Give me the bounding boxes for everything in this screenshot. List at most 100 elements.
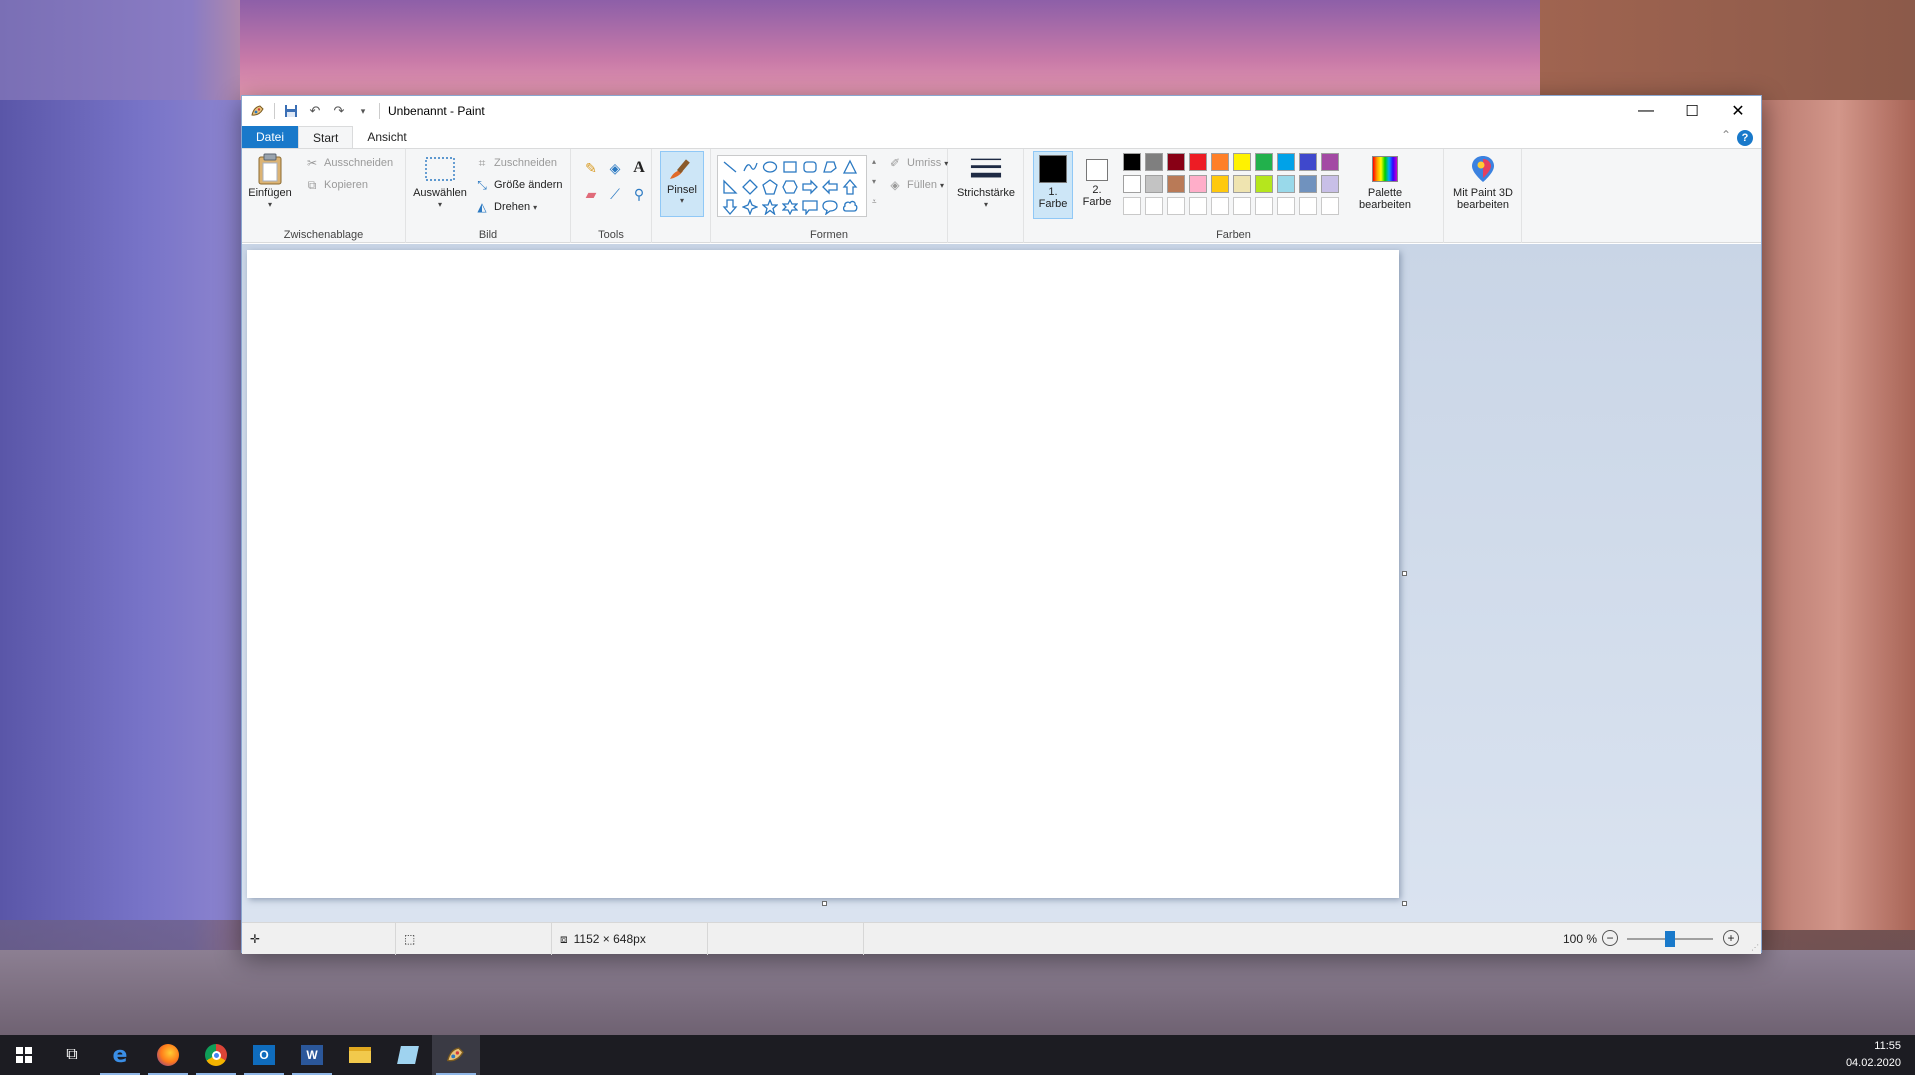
shape-callout-oval-icon[interactable] [820, 197, 840, 217]
color1-button[interactable]: 1. Farbe [1033, 151, 1073, 219]
color-picker-icon[interactable]: ⟋ [604, 183, 626, 205]
close-button[interactable]: ✕ [1715, 96, 1761, 126]
brushes-dropdown-icon[interactable]: ▾ [680, 196, 684, 205]
palette-swatch[interactable] [1321, 153, 1339, 171]
palette-swatch[interactable] [1145, 175, 1163, 193]
save-icon[interactable] [283, 103, 299, 119]
outlook-icon[interactable]: O [240, 1035, 288, 1075]
palette-swatch[interactable] [1277, 153, 1295, 171]
palette-swatch[interactable] [1167, 175, 1185, 193]
shape-curve-icon[interactable] [740, 157, 760, 177]
copy-button[interactable]: ⧉ Kopieren [304, 175, 368, 195]
redo-icon[interactable]: ↷ [331, 103, 347, 119]
fill-dropdown-icon[interactable]: ▾ [940, 181, 944, 190]
edge-icon[interactable]: e [96, 1035, 144, 1075]
palette-custom-slot[interactable] [1277, 197, 1295, 215]
shape-arrow-down-icon[interactable] [720, 197, 740, 217]
resize-button[interactable]: ⤡ Größe ändern [474, 175, 562, 195]
firefox-icon[interactable] [144, 1035, 192, 1075]
paste-dropdown-icon[interactable]: ▾ [268, 199, 272, 211]
palette-swatch[interactable] [1255, 175, 1273, 193]
palette-custom-slot[interactable] [1321, 197, 1339, 215]
palette-swatch[interactable] [1211, 153, 1229, 171]
palette-swatch[interactable] [1167, 153, 1185, 171]
palette-swatch[interactable] [1123, 175, 1141, 193]
palette-swatch[interactable] [1299, 175, 1317, 193]
shape-triangle-icon[interactable] [840, 157, 860, 177]
palette-custom-slot[interactable] [1299, 197, 1317, 215]
shapes-scroll-up-icon[interactable]: ▴ [872, 157, 876, 166]
fill-button[interactable]: ◈ Füllen ▾ [887, 175, 944, 195]
magnifier-icon[interactable]: ⚲ [628, 183, 650, 205]
chrome-icon[interactable] [192, 1035, 240, 1075]
shape-arrow-right-icon[interactable] [800, 177, 820, 197]
shape-arrow-left-icon[interactable] [820, 177, 840, 197]
zoom-slider-thumb[interactable] [1665, 931, 1675, 947]
select-button[interactable]: Auswählen ▾ [412, 153, 468, 211]
shape-rectangle-icon[interactable] [780, 157, 800, 177]
shape-six-point-star-icon[interactable] [780, 197, 800, 217]
edit-with-paint3d-button[interactable]: Mit Paint 3D bearbeiten [1448, 153, 1518, 211]
palette-swatch[interactable] [1321, 175, 1339, 193]
palette-swatch[interactable] [1189, 175, 1207, 193]
fill-bucket-icon[interactable]: ◈ [604, 157, 626, 179]
tab-start[interactable]: Start [298, 126, 354, 148]
rotate-dropdown-icon[interactable]: ▾ [533, 203, 537, 212]
palette-custom-slot[interactable] [1233, 197, 1251, 215]
window-resize-grip-icon[interactable]: ⋰ [1751, 943, 1759, 952]
notes-app-icon[interactable] [384, 1035, 432, 1075]
drawing-canvas[interactable] [247, 250, 1399, 898]
outline-button[interactable]: ✐ Umriss ▾ [887, 153, 948, 173]
stroke-width-dropdown-icon[interactable]: ▾ [984, 199, 988, 211]
system-clock[interactable]: 11:55 04.02.2020 [1846, 1038, 1901, 1072]
zoom-out-button[interactable]: − [1602, 930, 1618, 946]
collapse-ribbon-icon[interactable]: ⌃ [1721, 128, 1731, 142]
palette-custom-slot[interactable] [1211, 197, 1229, 215]
palette-swatch[interactable] [1123, 153, 1141, 171]
shapes-expand-icon[interactable]: ⩡ [872, 197, 877, 207]
palette-custom-slot[interactable] [1145, 197, 1163, 215]
shape-pentagon-icon[interactable] [760, 177, 780, 197]
palette-swatch[interactable] [1211, 175, 1229, 193]
task-view-icon[interactable]: ⧉ [48, 1035, 96, 1075]
word-icon[interactable]: W [288, 1035, 336, 1075]
start-button[interactable] [0, 1035, 48, 1075]
text-tool-icon[interactable]: A [628, 157, 650, 179]
palette-custom-slot[interactable] [1167, 197, 1185, 215]
shape-diamond-icon[interactable] [740, 177, 760, 197]
palette-custom-slot[interactable] [1123, 197, 1141, 215]
shape-callout-cloud-icon[interactable] [840, 197, 860, 217]
shape-polygon-icon[interactable] [820, 157, 840, 177]
paint-app-icon[interactable] [250, 103, 266, 119]
color2-button[interactable]: 2. Farbe [1077, 151, 1117, 219]
maximize-button[interactable]: ☐ [1669, 96, 1715, 126]
customize-quick-access-icon[interactable]: ▾ [355, 103, 371, 119]
palette-custom-slot[interactable] [1189, 197, 1207, 215]
resize-handle-corner[interactable] [1402, 901, 1407, 906]
resize-handle-bottom[interactable] [822, 901, 827, 906]
tab-view[interactable]: Ansicht [353, 126, 420, 148]
shape-four-point-star-icon[interactable] [740, 197, 760, 217]
shape-oval-icon[interactable] [760, 157, 780, 177]
eraser-icon[interactable]: ▰ [580, 183, 602, 205]
palette-custom-slot[interactable] [1255, 197, 1273, 215]
shape-callout-rect-icon[interactable] [800, 197, 820, 217]
shape-hexagon-icon[interactable] [780, 177, 800, 197]
paint-taskbar-icon[interactable] [432, 1035, 480, 1075]
palette-swatch[interactable] [1233, 153, 1251, 171]
pencil-icon[interactable]: ✎ [580, 157, 602, 179]
file-explorer-icon[interactable] [336, 1035, 384, 1075]
zoom-in-button[interactable]: + [1723, 930, 1739, 946]
palette-swatch[interactable] [1277, 175, 1295, 193]
palette-swatch[interactable] [1189, 153, 1207, 171]
shape-line-icon[interactable] [720, 157, 740, 177]
palette-swatch[interactable] [1255, 153, 1273, 171]
resize-handle-right[interactable] [1402, 571, 1407, 576]
undo-icon[interactable]: ↶ [307, 103, 323, 119]
brushes-button[interactable]: Pinsel ▾ [660, 151, 704, 217]
edit-palette-button[interactable]: Palette bearbeiten [1354, 153, 1416, 211]
cut-button[interactable]: ✂ Ausschneiden [304, 153, 393, 173]
crop-button[interactable]: ⌗ Zuschneiden [474, 153, 557, 173]
palette-swatch[interactable] [1233, 175, 1251, 193]
help-icon[interactable]: ? [1737, 130, 1753, 146]
